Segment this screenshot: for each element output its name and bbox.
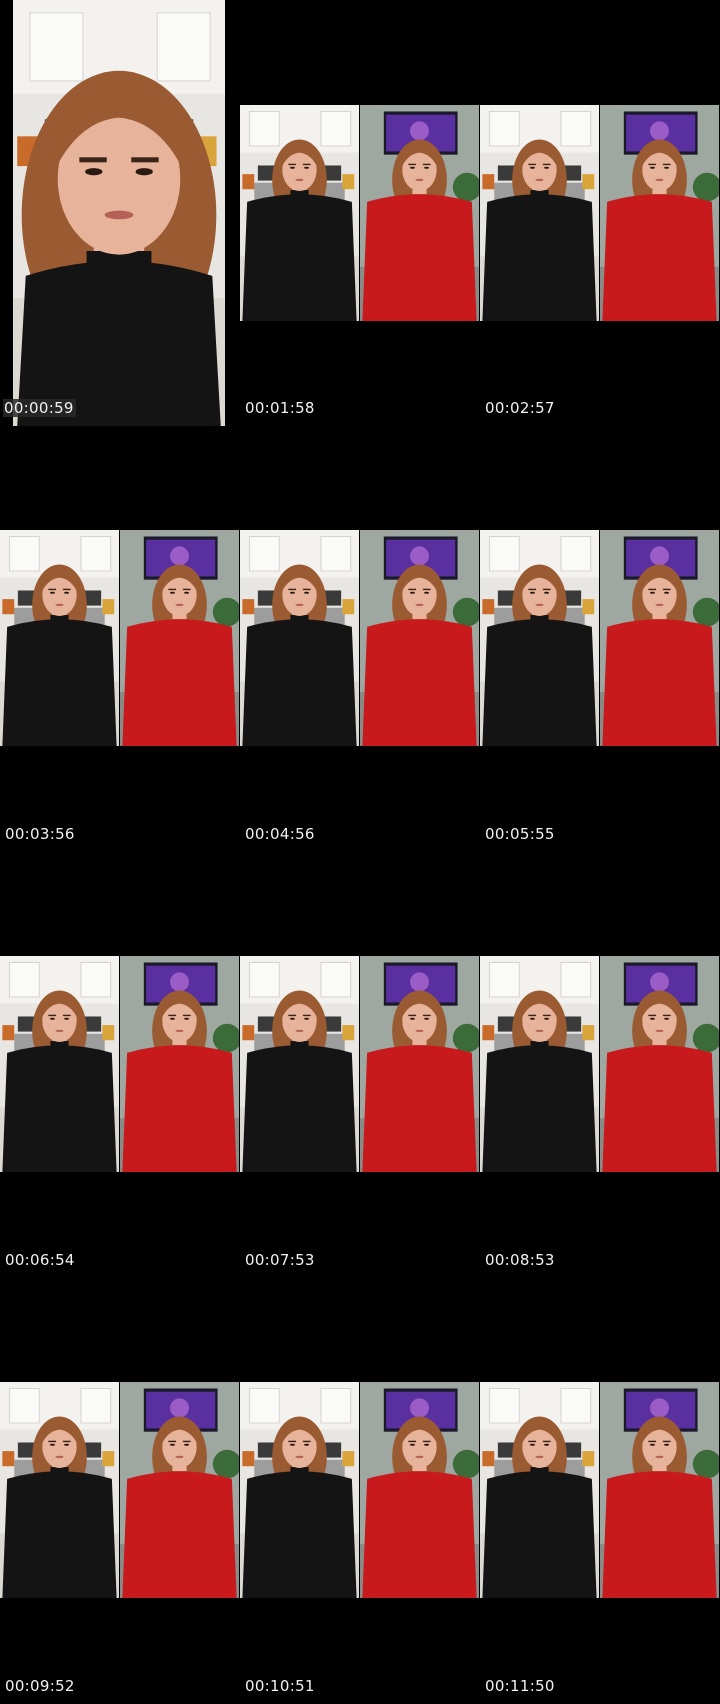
- thumbnail-cell[interactable]: 00:02:57: [480, 0, 720, 426]
- video-frame: [360, 530, 479, 746]
- contact-sheet: 00:00:59 00:01:58 00:02:57 00:03:56 00:04:56…: [0, 0, 720, 1704]
- sheet-row: 00:03:56 00:04:56 00:05:55: [0, 426, 720, 852]
- thumbnail-cell[interactable]: 00:06:54: [0, 852, 240, 1278]
- video-frame: [360, 105, 479, 321]
- video-frame: [240, 105, 359, 321]
- video-frame: [240, 1382, 359, 1598]
- video-frame: [120, 530, 239, 746]
- frame-timestamp: 00:09:52: [5, 1677, 75, 1695]
- frame-timestamp: 00:10:51: [245, 1677, 315, 1695]
- thumbnail-cell[interactable]: 00:03:56: [0, 426, 240, 852]
- thumbnail-cell[interactable]: 00:05:55: [480, 426, 720, 852]
- thumbnail-cell[interactable]: 00:10:51: [240, 1278, 480, 1704]
- thumbnail-cell[interactable]: 00:07:53: [240, 852, 480, 1278]
- video-frame: [0, 956, 119, 1172]
- frame-timestamp: 00:04:56: [245, 825, 315, 843]
- thumbnail-cell[interactable]: 00:09:52: [0, 1278, 240, 1704]
- frame-timestamp: 00:02:57: [485, 399, 555, 417]
- video-frame: [360, 1382, 479, 1598]
- frame-timestamp: 00:00:59: [3, 399, 76, 417]
- sheet-row: 00:06:54 00:07:53 00:08:53: [0, 852, 720, 1278]
- video-frame: [0, 530, 119, 746]
- frame-timestamp: 00:03:56: [5, 825, 75, 843]
- video-frame: [480, 530, 599, 746]
- thumbnail-cell[interactable]: 00:11:50: [480, 1278, 720, 1704]
- frame-timestamp: 00:05:55: [485, 825, 555, 843]
- sheet-row: 00:09:52 00:10:51 00:11:50: [0, 1278, 720, 1704]
- frame-timestamp: 00:07:53: [245, 1251, 315, 1269]
- video-frame: [120, 1382, 239, 1598]
- video-frame: [600, 956, 719, 1172]
- thumbnail-cell[interactable]: 00:04:56: [240, 426, 480, 852]
- video-frame: [600, 530, 719, 746]
- video-frame: [480, 956, 599, 1172]
- video-frame: [0, 1382, 119, 1598]
- frame-timestamp: 00:06:54: [5, 1251, 75, 1269]
- frame-timestamp: 00:11:50: [485, 1677, 555, 1695]
- thumbnail-cell[interactable]: 00:00:59: [0, 0, 240, 426]
- video-frame: [240, 956, 359, 1172]
- frame-timestamp: 00:01:58: [245, 399, 315, 417]
- video-frame: [480, 105, 599, 321]
- video-frame: [13, 0, 225, 426]
- video-frame: [120, 956, 239, 1172]
- sheet-row: 00:00:59 00:01:58 00:02:57: [0, 0, 720, 426]
- video-frame: [600, 105, 719, 321]
- thumbnail-cell[interactable]: 00:08:53: [480, 852, 720, 1278]
- frame-timestamp: 00:08:53: [485, 1251, 555, 1269]
- video-frame: [240, 530, 359, 746]
- video-frame: [600, 1382, 719, 1598]
- video-frame: [480, 1382, 599, 1598]
- thumbnail-cell[interactable]: 00:01:58: [240, 0, 480, 426]
- video-frame: [360, 956, 479, 1172]
